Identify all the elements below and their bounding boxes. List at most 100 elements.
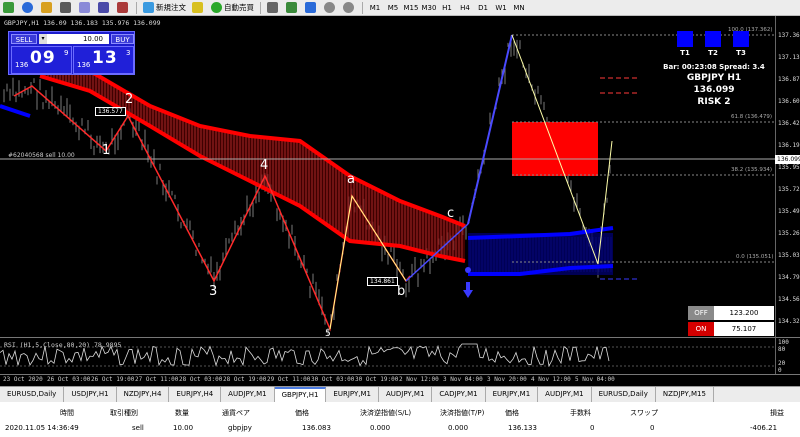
time-axis-label: 4 Nov 12:00 [531,376,571,383]
sell-price-main: 09 [30,48,56,68]
positions-header-cell[interactable]: 時間 [60,408,74,418]
navigator-icon [60,2,71,13]
tester-button[interactable] [114,1,133,15]
positions-header-cell[interactable]: 価格 [505,408,519,418]
positions-header-cell[interactable]: 数量 [175,408,189,418]
chart-tab[interactable]: AUDJPY,M1 [221,387,275,402]
order-line-label: #62040568 sell 10.00 [8,152,75,159]
terminal-button[interactable] [95,1,114,15]
timeframe-m30[interactable]: M30 [420,4,438,12]
positions-header-cell[interactable]: 価格 [295,408,309,418]
time-axis-label: 27 Oct 11:00 [135,376,179,383]
price-axis-label: 135.490 [778,208,800,215]
new-order-button[interactable]: 新規注文 [140,1,189,15]
low-price-box: 134.861 [367,277,398,286]
price-axis-label: 137.135 [778,54,800,61]
time-axis-label: 3 Nov 04:00 [443,376,483,383]
chart-tab[interactable]: GBPJPY,H1 [274,387,327,402]
symbol-label: GBPJPY H1 [686,73,742,83]
auto-trade-button[interactable]: 自動売買 [208,1,257,15]
off-row[interactable]: OFF 123.200 [688,306,774,320]
time-axis-label: 23 Oct 2020 [3,376,43,383]
timeframe-m5[interactable]: M5 [384,4,402,12]
chart-tab[interactable]: USDJPY,H1 [64,387,117,402]
timeframe-m1[interactable]: M1 [366,4,384,12]
timeframe-m15[interactable]: M15 [402,4,420,12]
price-axis-label: 135.260 [778,230,800,237]
buy-arrow-icon [463,282,473,298]
price-axis-label: 135.030 [778,252,800,259]
position-row[interactable]: 2020.11.05 14:36:49 sell 10.00 gbpjpy 136.08… [0,424,800,436]
timeframe-mn[interactable]: MN [510,4,528,12]
positions-header-cell[interactable]: 手数料 [570,408,591,418]
zoom-in-button[interactable] [321,1,340,15]
timeframe-h1[interactable]: H1 [438,4,456,12]
buy-button[interactable]: BUY [111,34,134,44]
market-watch-button[interactable] [38,1,57,15]
price-axis-label: 137.362 [778,32,800,39]
toolbar-separator [260,1,261,14]
position-cell: 10.00 [173,424,194,432]
profiles-button[interactable] [19,1,38,15]
t3-label: T3 [736,49,746,57]
positions-header-cell[interactable]: 通貨ペア [222,408,250,418]
bar-chart-icon [267,2,278,13]
price-axis[interactable]: 137.362 137.135 136.870 136.605 136.420 136.1… [775,16,800,337]
positions-header-cell[interactable]: 取引種別 [110,408,138,418]
sell-button[interactable]: SELL [11,34,37,44]
buy-price-box[interactable]: 136 13 3 [73,46,134,74]
time-axis-label: 3 Nov 20:00 [487,376,527,383]
on-label[interactable]: ON [688,322,714,336]
t2-button[interactable] [705,31,721,47]
chart-tab[interactable]: NZDJPY,M15 [656,387,714,402]
wave-line-impulse [467,34,513,225]
chart-tab[interactable]: CADJPY,M1 [432,387,486,402]
position-cell: gbpjpy [228,424,252,432]
chart-tab[interactable]: NZDJPY,H4 [117,387,170,402]
metaeditor-button[interactable] [189,1,208,15]
trade-terminal: 時間 取引種別 数量 通貨ペア 価格 決済逆指値(S/L) 決済指値(T/P) 価格 手数料 スワ… [0,402,800,437]
position-cell: 2020.11.05 14:36:49 [5,424,79,432]
t1-button[interactable] [677,31,693,47]
navigator-button[interactable] [57,1,76,15]
chart-tab[interactable]: EURUSD,Daily [0,387,65,402]
positions-header-cell[interactable]: 損益 [770,408,784,418]
wave-label-b: b [397,284,406,299]
positions-header-cell[interactable]: 決済逆指値(S/L) [360,408,411,418]
lot-size-input[interactable]: 10.00 [47,34,109,44]
profiles-icon [22,2,33,13]
bar-chart-button[interactable] [264,1,283,15]
chart-tab[interactable]: EURJPY,M1 [486,387,539,402]
new-order-icon [143,2,154,13]
on-row[interactable]: ON 75.107 [688,322,774,336]
position-cell: 136.083 [302,424,331,432]
rsi-axis-100: 100 [778,339,789,346]
candle-chart-button[interactable] [283,1,302,15]
timeframe-bar: M1 M5 M15 M30 H1 H4 D1 W1 MN [366,4,528,12]
t3-button[interactable] [733,31,749,47]
wave-label-c: c [447,206,455,221]
timeframe-w1[interactable]: W1 [492,4,510,12]
bar-timer: Bar: 00:23:08 Spread: 3.4 [663,63,765,71]
timeframe-h4[interactable]: H4 [456,4,474,12]
zoom-out-button[interactable] [340,1,359,15]
chart-tab[interactable]: EURUSD,Daily [592,387,656,402]
sell-price-box[interactable]: 136 09 9 [11,46,72,74]
current-price-label: 136.099 [693,85,735,95]
zoom-out-icon [343,2,354,13]
wave-label-1: 1 [102,143,111,158]
wave-label-3: 3 [209,284,218,299]
data-window-button[interactable] [76,1,95,15]
positions-header-cell[interactable]: スワップ [630,408,658,418]
new-chart-button[interactable] [0,1,19,15]
off-label[interactable]: OFF [688,306,714,320]
timeframe-d1[interactable]: D1 [474,4,492,12]
line-chart-button[interactable] [302,1,321,15]
chart-tab[interactable]: EURJPY,M1 [326,387,379,402]
data-window-icon [79,2,90,13]
chart-tab[interactable]: AUDJPY,M1 [379,387,433,402]
chart-tab[interactable]: EURJPY,H4 [169,387,222,402]
lot-dropdown-icon[interactable]: ▾ [39,34,47,44]
chart-tab[interactable]: AUDJPY,M1 [538,387,592,402]
positions-header-cell[interactable]: 決済指値(T/P) [440,408,484,418]
